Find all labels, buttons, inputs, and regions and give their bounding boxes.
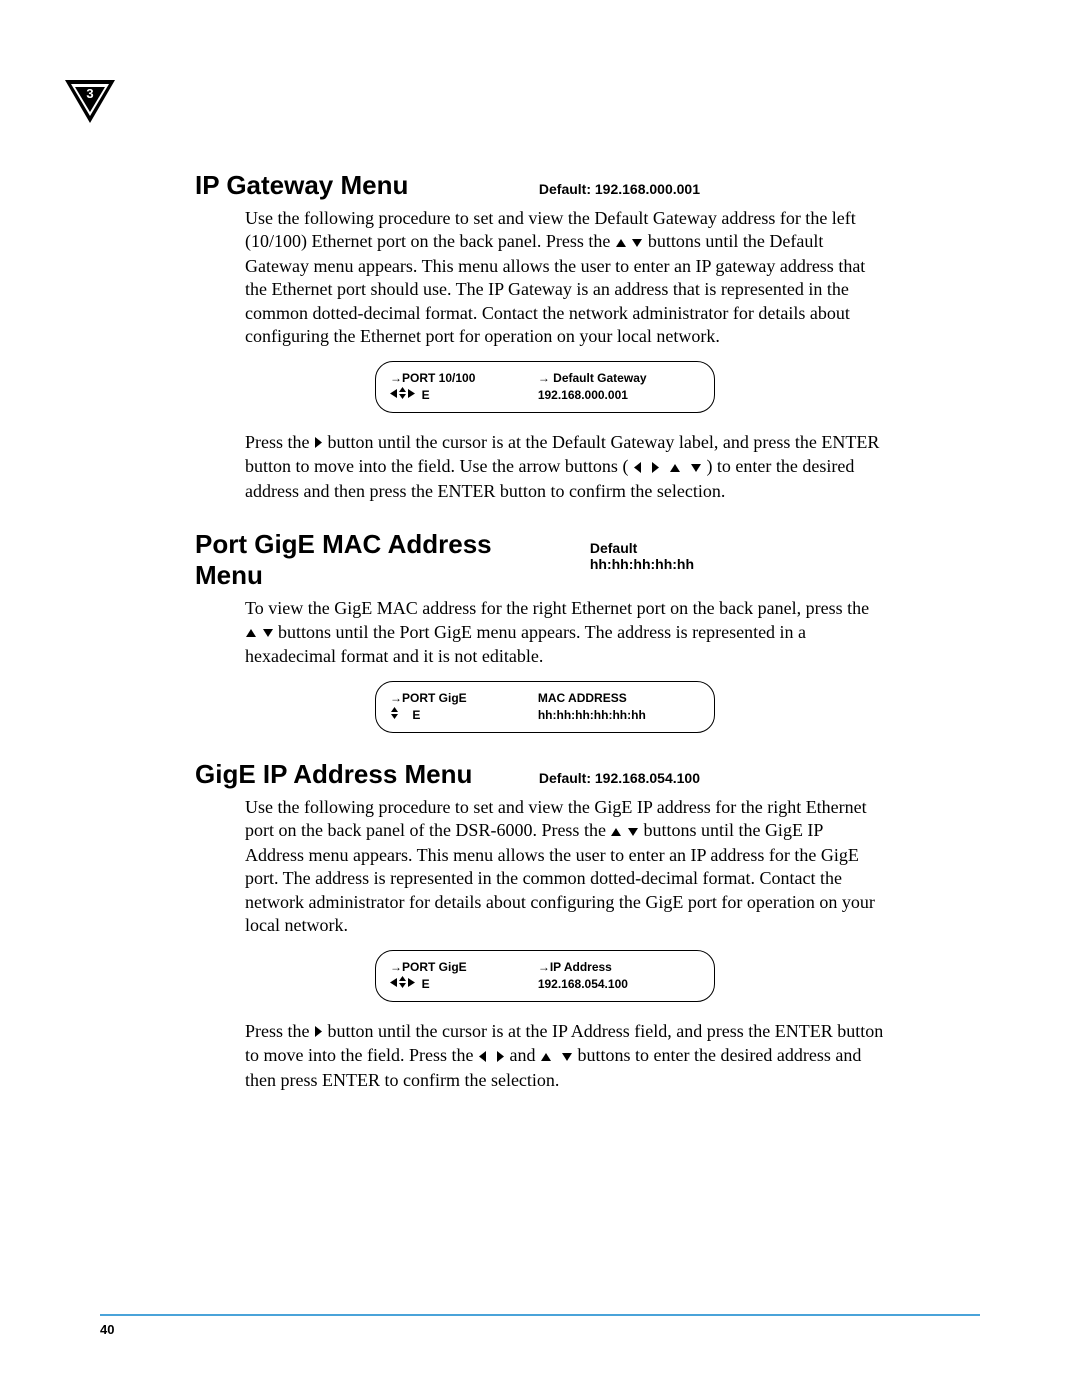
down-triangle-icon — [561, 1045, 573, 1068]
down-triangle-icon — [690, 456, 702, 479]
section-header-gige-ip: GigE IP Address Menu Default: 192.168.05… — [195, 759, 980, 790]
body-paragraph: To view the GigE MAC address for the rig… — [245, 597, 885, 668]
lcd-enter-label: E — [422, 977, 430, 991]
section-header-ip-gateway: IP Gateway Menu Default: 192.168.000.001 — [195, 170, 980, 201]
lcd-display-ip-gateway: →PORT 10/100 → Default Gateway E 192.168… — [375, 361, 715, 413]
down-triangle-icon — [262, 621, 274, 644]
lcd-display-gige-ip: →PORT GigE →IP Address E 192.168.054.100 — [375, 950, 715, 1002]
updown-triangle-icon — [398, 387, 407, 402]
up-triangle-icon — [610, 820, 622, 843]
lcd-value: 192.168.000.001 — [538, 388, 628, 402]
right-triangle-icon — [496, 1045, 505, 1068]
body-paragraph: Press the button until the cursor is at … — [245, 1020, 885, 1093]
section-title: Port GigE MAC Address Menu — [195, 529, 566, 591]
up-triangle-icon — [669, 456, 681, 479]
updown-triangle-icon — [398, 976, 407, 991]
lcd-value: hh:hh:hh:hh:hh:hh — [538, 708, 646, 722]
updown-triangle-icon — [390, 707, 399, 722]
lcd-field-label: IP Address — [550, 960, 612, 974]
section-default: Default hh:hh:hh:hh:hh — [590, 540, 980, 572]
left-triangle-icon — [633, 456, 642, 479]
left-triangle-icon — [390, 976, 398, 990]
up-triangle-icon — [245, 621, 257, 644]
lcd-port-label: PORT GigE — [402, 691, 467, 705]
lcd-field-label: Default Gateway — [553, 371, 646, 385]
footer-divider — [100, 1314, 980, 1316]
up-triangle-icon — [540, 1045, 552, 1068]
chapter-marker: 3 — [60, 75, 120, 127]
body-paragraph: Press the button until the cursor is at … — [245, 431, 885, 504]
right-triangle-icon — [651, 456, 660, 479]
section-title: IP Gateway Menu — [195, 170, 408, 201]
lcd-field-label: MAC ADDRESS — [538, 691, 627, 705]
right-triangle-icon — [407, 387, 415, 401]
down-triangle-icon — [627, 820, 639, 843]
lcd-enter-label: E — [412, 708, 420, 722]
body-paragraph: Use the following procedure to set and v… — [245, 796, 885, 938]
body-paragraph: Use the following procedure to set and v… — [245, 207, 885, 349]
lcd-port-label: PORT 10/100 — [402, 371, 475, 385]
right-triangle-icon — [407, 976, 415, 990]
left-triangle-icon — [478, 1045, 487, 1068]
section-title: GigE IP Address Menu — [195, 759, 472, 790]
down-triangle-icon — [631, 231, 643, 254]
section-default: Default: 192.168.054.100 — [539, 770, 980, 786]
lcd-enter-label: E — [422, 388, 430, 402]
up-triangle-icon — [615, 231, 627, 254]
section-header-gige-mac: Port GigE MAC Address Menu Default hh:hh… — [195, 529, 980, 591]
right-triangle-icon — [314, 431, 323, 454]
lcd-port-label: PORT GigE — [402, 960, 467, 974]
chapter-number: 3 — [86, 86, 93, 101]
page-number: 40 — [100, 1322, 980, 1337]
left-triangle-icon — [390, 387, 398, 401]
right-triangle-icon — [314, 1020, 323, 1043]
section-default: Default: 192.168.000.001 — [539, 181, 980, 197]
lcd-value: 192.168.054.100 — [538, 977, 628, 991]
page-footer: 40 — [100, 1314, 980, 1337]
lcd-display-gige-mac: →PORT GigE MAC ADDRESS E hh:hh:hh:hh:hh:… — [375, 681, 715, 733]
